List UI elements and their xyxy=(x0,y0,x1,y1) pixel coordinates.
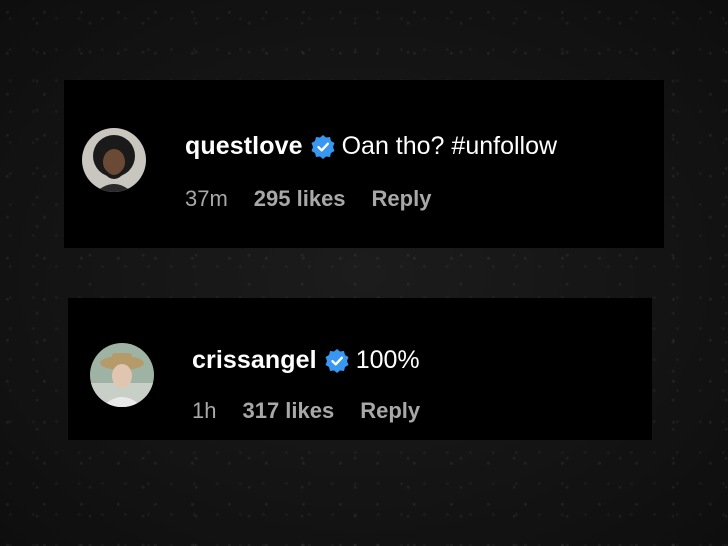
comment-line: crissangel 100% xyxy=(192,346,420,375)
comment-meta: 1h 317 likes Reply xyxy=(192,398,446,424)
reply-button[interactable]: Reply xyxy=(360,398,420,424)
avatar[interactable] xyxy=(82,128,146,192)
reply-button[interactable]: Reply xyxy=(372,186,432,212)
comment-time: 37m xyxy=(185,186,228,211)
likes-count[interactable]: 317 likes xyxy=(242,398,334,424)
comment-text: Oan tho? #unfollow xyxy=(341,132,558,160)
comment-card-questlove: questlove Oan tho? #unfollow 37m 295 lik… xyxy=(64,80,664,248)
verified-badge-icon xyxy=(310,134,336,160)
comment-time: 1h xyxy=(192,398,217,423)
username[interactable]: questlove xyxy=(185,132,303,161)
username[interactable]: crissangel xyxy=(192,346,317,375)
verified-badge-icon xyxy=(324,348,350,374)
comment-text: 100% xyxy=(355,346,420,374)
avatar[interactable] xyxy=(90,343,154,407)
comment-meta: 37m 295 likes Reply xyxy=(185,186,457,212)
comment-line: questlove Oan tho? #unfollow xyxy=(185,132,557,161)
comment-card-crissangel: crissangel 100% 1h 317 likes Reply xyxy=(68,298,652,440)
likes-count[interactable]: 295 likes xyxy=(254,186,346,212)
